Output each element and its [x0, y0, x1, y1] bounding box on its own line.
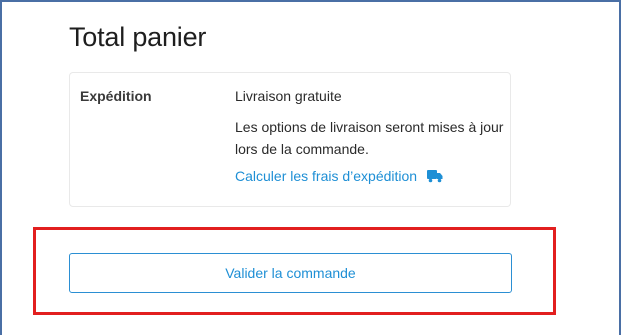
- shipping-value: Livraison gratuite Les options de livrai…: [235, 88, 510, 184]
- shipping-label: Expédition: [80, 88, 152, 104]
- truck-icon: [427, 170, 443, 183]
- shipping-table: Expédition Livraison gratuite Les option…: [69, 72, 511, 207]
- shipping-note: Les options de livraison seront mises à …: [235, 119, 504, 157]
- checkout-button[interactable]: Valider la commande: [69, 253, 512, 293]
- calculate-shipping-link[interactable]: Calculer les frais d’expédition: [235, 168, 443, 184]
- calculate-shipping-label: Calculer les frais d’expédition: [235, 168, 418, 184]
- cart-totals-title: Total panier: [69, 22, 207, 52]
- shipping-method: Livraison gratuite: [235, 88, 342, 104]
